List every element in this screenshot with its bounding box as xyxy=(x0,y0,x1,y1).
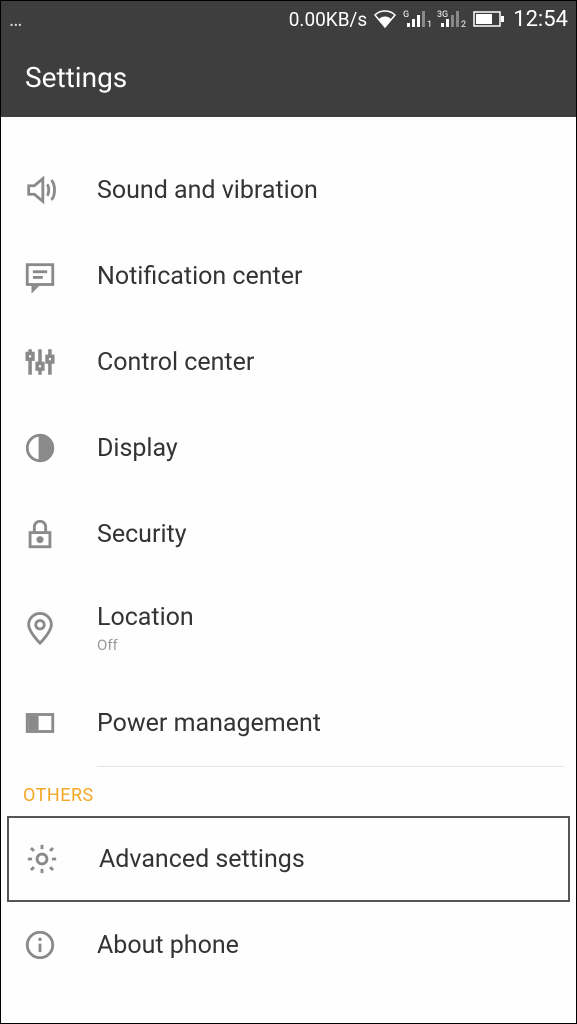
signal-1-icon: G 1 xyxy=(403,9,431,29)
settings-row-advanced[interactable]: Advanced settings xyxy=(7,816,570,902)
settings-row-notification[interactable]: Notification center xyxy=(1,233,576,319)
svg-text:3G: 3G xyxy=(437,10,448,20)
page-title: Settings xyxy=(25,61,127,94)
signal-2-icon: 3G 2 xyxy=(437,9,467,29)
row-label: Location xyxy=(97,603,194,632)
status-time: 12:54 xyxy=(513,7,568,32)
row-label: Notification center xyxy=(97,262,302,291)
lock-icon xyxy=(23,517,57,551)
sliders-icon xyxy=(23,345,57,379)
status-bar: … 0.00KB/s G 1 3G xyxy=(1,1,576,37)
settings-row-sound[interactable]: Sound and vibration xyxy=(1,147,576,233)
row-label: Control center xyxy=(97,348,254,377)
settings-row-control-center[interactable]: Control center xyxy=(1,319,576,405)
row-label: Display xyxy=(97,434,178,463)
settings-row-location[interactable]: Location Off xyxy=(1,577,576,680)
app-header: Settings xyxy=(1,37,576,117)
status-right: 0.00KB/s G 1 3G 2 xyxy=(289,7,568,32)
svg-text:1: 1 xyxy=(427,20,431,29)
display-icon xyxy=(23,431,57,465)
row-label: About phone xyxy=(97,931,239,960)
row-label: Security xyxy=(97,520,187,549)
battery-icon xyxy=(473,11,505,27)
notification-icon xyxy=(23,259,57,293)
section-header-others: OTHERS xyxy=(1,767,576,816)
settings-row-security[interactable]: Security xyxy=(1,491,576,577)
info-icon xyxy=(23,928,57,962)
row-label: Sound and vibration xyxy=(97,176,318,205)
svg-text:G: G xyxy=(403,10,409,20)
svg-text:2: 2 xyxy=(461,20,466,29)
row-label: Advanced settings xyxy=(99,845,305,874)
sound-icon xyxy=(23,173,57,207)
settings-row-display[interactable]: Display xyxy=(1,405,576,491)
battery-box-icon xyxy=(23,706,57,740)
settings-list: Sound and vibration Notification center xyxy=(1,117,576,1023)
settings-row-power[interactable]: Power management xyxy=(1,680,576,766)
settings-row-about[interactable]: About phone xyxy=(1,902,576,988)
row-subtext: Off xyxy=(97,636,194,654)
gear-icon xyxy=(25,842,59,876)
status-ellipsis: … xyxy=(9,14,23,24)
network-speed: 0.00KB/s xyxy=(289,8,367,31)
location-icon xyxy=(23,612,57,646)
wifi-icon xyxy=(373,9,397,29)
row-label: Power management xyxy=(97,709,321,738)
